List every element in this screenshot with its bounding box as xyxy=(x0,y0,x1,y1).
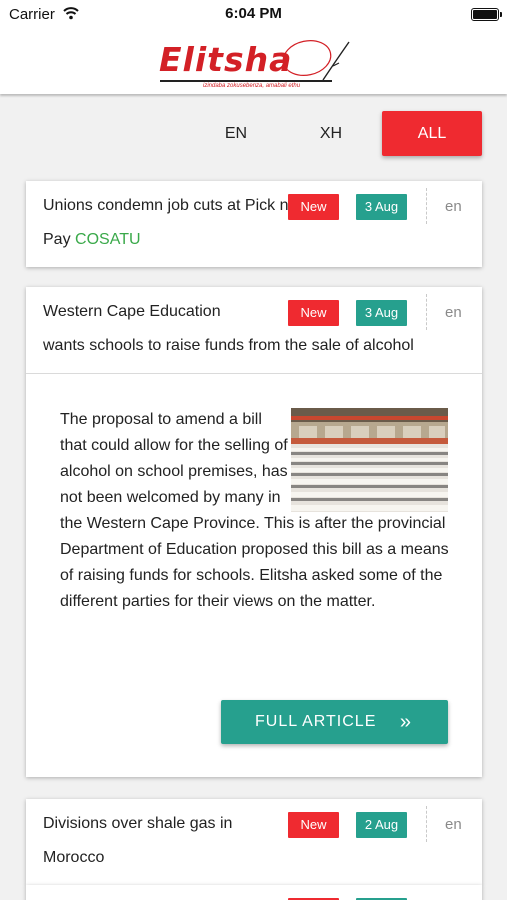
app-header: Elitsha izindaba zokusebenza, amabali et… xyxy=(0,30,507,94)
article-summary: The proposal to amend a bill that could … xyxy=(60,411,449,610)
language-code: en xyxy=(445,816,462,833)
app-logo[interactable]: Elitsha izindaba zokusebenza, amabali et… xyxy=(157,36,352,90)
filter-tab-all[interactable]: ALL xyxy=(382,111,482,156)
status-bar: Carrier 6:04 PM xyxy=(0,0,507,30)
article-card[interactable]: Unions condemn job cuts at Pick n Pay CO… xyxy=(26,181,482,267)
article-title[interactable]: Unions condemn job cuts at Pick n Pay CO… xyxy=(43,189,293,257)
logo-underline xyxy=(160,80,332,82)
article-title[interactable]: Divisions over shale gas in Morocco xyxy=(43,807,283,875)
language-code: en xyxy=(445,198,462,215)
article-title[interactable]: Western Cape Education xyxy=(43,295,303,329)
battery-icon xyxy=(471,8,502,21)
article-title-continued[interactable]: wants schools to raise funds from the sa… xyxy=(43,329,473,363)
logo-text: Elitsha xyxy=(159,40,293,79)
new-badge: New xyxy=(288,194,339,220)
status-time: 6:04 PM xyxy=(225,5,282,22)
article-card[interactable] xyxy=(26,885,482,900)
filter-tab-xh[interactable]: XH xyxy=(300,111,362,156)
divider xyxy=(426,294,427,330)
divider xyxy=(426,188,427,224)
filter-tab-en[interactable]: EN xyxy=(205,111,267,156)
logo-tagline: izindaba zokusebenza, amabali ethu xyxy=(203,83,301,89)
card-divider xyxy=(26,373,482,374)
full-article-button[interactable]: FULL ARTICLE » xyxy=(221,700,448,744)
article-card-expanded[interactable]: Western Cape Education wants schools to … xyxy=(26,287,482,777)
date-badge: 2 Aug xyxy=(356,812,407,838)
date-badge: 3 Aug xyxy=(356,300,407,326)
new-badge: New xyxy=(288,812,339,838)
date-badge: 3 Aug xyxy=(356,194,407,220)
language-code: en xyxy=(445,304,462,321)
double-chevron-right-icon: » xyxy=(399,711,412,733)
new-badge: New xyxy=(288,300,339,326)
article-card[interactable]: Divisions over shale gas in Morocco New … xyxy=(26,799,482,885)
divider xyxy=(426,806,427,842)
article-tag-link[interactable]: COSATU xyxy=(75,231,140,248)
